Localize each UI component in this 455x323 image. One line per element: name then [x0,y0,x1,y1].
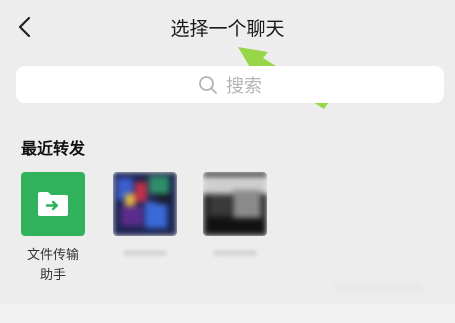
contact-label-line1: 文件传输 [26,248,79,263]
search-placeholder: 搜索 [226,75,262,97]
contact-blurred-2[interactable] [200,172,270,256]
search-bar[interactable]: 搜索 [16,66,444,103]
recent-contacts-list: 文件传输 助手 [0,172,455,292]
file-transfer-avatar [21,172,85,236]
top-bar: 选择一个聊天 [0,0,455,58]
page-title: 选择一个聊天 [170,18,285,40]
contact-label-line2: 助手 [39,268,66,283]
blurred-avatar-image [113,172,177,236]
recent-forward-heading: 最近转发 [21,139,86,158]
contact-label-blurred [213,250,257,256]
folder-forward-icon [38,192,68,216]
faint-hint [333,283,423,291]
contact-file-transfer[interactable]: 文件传输 助手 [18,172,88,286]
bottom-strip [0,304,455,323]
contact-label-blurred [123,250,167,256]
contact-avatar [113,172,177,236]
blurred-avatar-image [203,172,267,236]
contact-blurred-1[interactable] [110,172,180,256]
contact-avatar [203,172,267,236]
search-icon [199,75,217,94]
